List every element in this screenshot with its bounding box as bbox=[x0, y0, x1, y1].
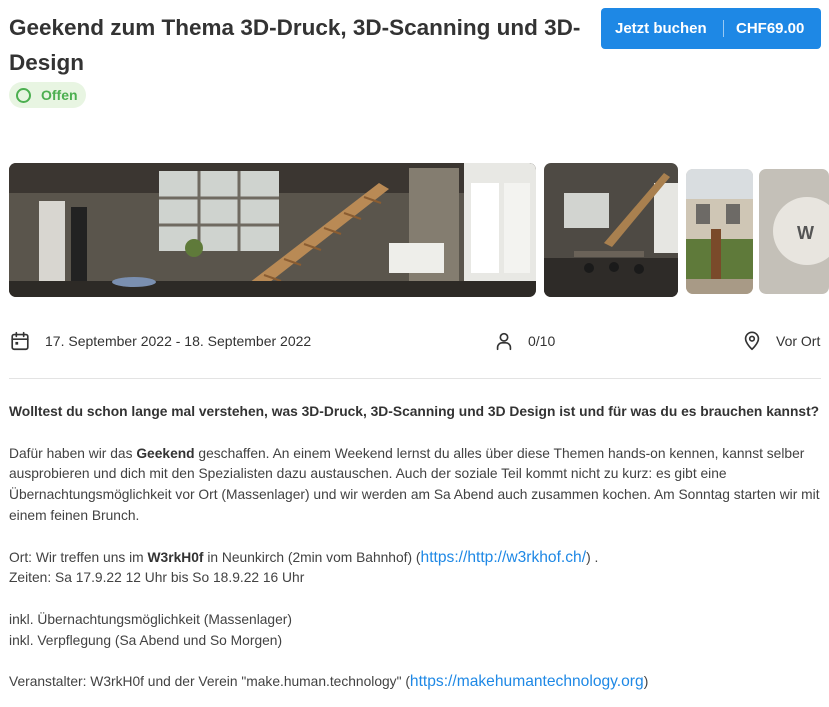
status-badge: Offen bbox=[9, 82, 86, 108]
event-description: Wolltest du schon lange mal verstehen, w… bbox=[9, 402, 824, 707]
description-lead: Wolltest du schon lange mal verstehen, w… bbox=[9, 404, 820, 419]
event-location: Vor Ort bbox=[741, 329, 820, 353]
text-segment: in Neunkirch (2min vom Bahnhof) ( bbox=[203, 549, 421, 565]
calendar-icon bbox=[11, 331, 29, 351]
gallery-image-workshop-hall[interactable] bbox=[9, 163, 536, 297]
text-segment: Veranstalter: W3rkH0f und der Verein "ma… bbox=[9, 674, 410, 690]
gallery-image-w3rkh0f-sign[interactable]: W bbox=[759, 169, 829, 294]
book-now-label: Jetzt buchen bbox=[615, 20, 707, 37]
gallery-image-workshop-chairs[interactable] bbox=[544, 163, 678, 297]
text-segment: ) . bbox=[586, 549, 599, 565]
section-divider bbox=[9, 378, 821, 379]
price-label: CHF69.00 bbox=[736, 20, 805, 37]
inclusions-block: inkl. Übernachtungsmöglichkeit (Massenla… bbox=[9, 610, 824, 652]
text-segment: Dafür haben wir das bbox=[9, 445, 137, 461]
organizer-line: Veranstalter: W3rkH0f und der Verein "ma… bbox=[9, 672, 824, 693]
event-date-text: 17. September 2022 - 18. September 2022 bbox=[45, 333, 312, 349]
location-time-block: Ort: Wir treffen uns im W3rkH0f in Neunk… bbox=[9, 548, 824, 590]
page-title: Geekend zum Thema 3D-Druck, 3D-Scanning … bbox=[9, 15, 581, 75]
schedule-line: Zeiten: Sa 17.9.22 12 Uhr bis So 18.9.22… bbox=[9, 570, 305, 586]
description-paragraph: Dafür haben wir das Geekend geschaffen. … bbox=[9, 444, 824, 527]
venue-bold: W3rkH0f bbox=[147, 549, 204, 565]
event-date: 17. September 2022 - 18. September 2022 bbox=[9, 329, 311, 353]
organizer-link[interactable]: https://makehumantechnology.org bbox=[410, 673, 644, 690]
event-meta: 17. September 2022 - 18. September 2022 … bbox=[0, 329, 829, 353]
book-now-button[interactable]: Jetzt buchen CHF69.00 bbox=[601, 8, 821, 49]
venue-link[interactable]: https://http://w3rkhof.ch/ bbox=[421, 549, 587, 566]
location-text: Vor Ort bbox=[776, 333, 821, 349]
person-icon bbox=[496, 332, 512, 351]
inclusion-meals: inkl. Verpflegung (Sa Abend und So Morge… bbox=[9, 632, 283, 648]
event-participants: 0/10 bbox=[493, 329, 555, 353]
participants-count: 0/10 bbox=[528, 333, 556, 349]
text-segment: Ort: Wir treffen uns im bbox=[9, 549, 148, 565]
geekend-bold: Geekend bbox=[136, 445, 195, 461]
inclusion-accommodation: inkl. Übernachtungsmöglichkeit (Massenla… bbox=[9, 611, 292, 627]
status-label: Offen bbox=[41, 87, 78, 103]
status-circle-icon bbox=[16, 87, 31, 103]
svg-text:W: W bbox=[797, 223, 814, 243]
gallery-image-garden-building[interactable] bbox=[686, 169, 753, 294]
text-segment: ) bbox=[643, 674, 649, 690]
location-pin-icon bbox=[744, 331, 760, 351]
